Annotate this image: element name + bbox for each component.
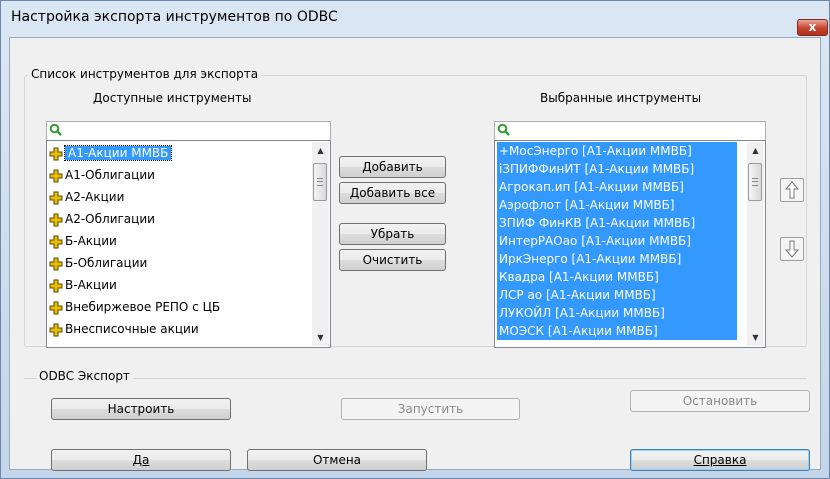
scroll-thumb[interactable] — [313, 163, 327, 201]
selected-instruments-list[interactable]: +МосЭнерго [А1-Акции ММВБ] іЗПИФФинИТ [А1… — [494, 140, 766, 348]
list-item[interactable]: А2-Акции — [49, 186, 124, 208]
arrow-up-icon — [784, 181, 800, 199]
available-scrollbar[interactable]: ▲ ▼ — [312, 142, 329, 346]
list-item-label: А2-Акции — [65, 190, 125, 204]
dialog-window: Настройка экспорта инструментов по ODBC … — [0, 0, 830, 479]
plus-icon — [49, 213, 63, 226]
list-item-label: А1-Акции ММВБ — [63, 145, 173, 161]
window-title: Настройка экспорта инструментов по ODBC — [11, 9, 338, 25]
list-item-label: Б-Акции — [65, 234, 117, 248]
list-item[interactable]: іЗПИФФинИТ [А1-Акции ММВБ] — [497, 160, 737, 178]
list-item[interactable]: Б-Облигации — [49, 252, 147, 274]
list-item-label: А1-Облигации — [65, 168, 155, 182]
help-label: Справка — [693, 453, 747, 467]
plus-icon — [49, 323, 63, 336]
list-item-label: ЗПИФ ФинКВ [А1-Акции ММВБ] — [499, 216, 696, 230]
add-all-button[interactable]: Добавить все — [339, 182, 446, 204]
list-item-label: ЛСР ао [А1-Акции ММВБ] — [499, 288, 656, 302]
remove-button[interactable]: Убрать — [339, 223, 446, 245]
dialog-client-area: Список инструментов для экспорта Доступн… — [9, 37, 821, 471]
move-down-button[interactable] — [780, 237, 804, 261]
plus-icon — [49, 169, 63, 182]
selected-search-input[interactable] — [494, 121, 766, 141]
list-item-label: Б-Облигации — [65, 256, 148, 270]
plus-icon — [49, 301, 63, 314]
arrow-down-icon — [784, 240, 800, 258]
plus-icon — [49, 147, 63, 160]
list-item[interactable]: ИнтерРАОао [А1-Акции ММВБ] — [497, 232, 737, 250]
magnifier-icon — [49, 123, 62, 136]
available-instruments-list[interactable]: А1-Акции ММВБ А1-Облигации А2-Акции А2-Обли… — [46, 140, 331, 348]
list-item-label: Аэрофлот [А1-Акции ММВБ] — [499, 198, 675, 212]
list-item[interactable]: +МосЭнерго [А1-Акции ММВБ] — [497, 142, 737, 160]
list-item[interactable]: В-Акции — [49, 274, 117, 296]
magnifier-icon — [497, 123, 510, 136]
list-item-label: ИркЭнерго [А1-Акции ММВБ] — [499, 252, 682, 266]
scroll-up-arrow-icon[interactable]: ▲ — [312, 142, 329, 159]
export-list-legend: Список инструментов для экспорта — [28, 67, 262, 81]
help-button[interactable]: Справка — [630, 449, 810, 471]
scroll-up-arrow-icon[interactable]: ▲ — [747, 142, 764, 159]
available-search-input[interactable] — [46, 121, 331, 141]
ok-button[interactable]: Да — [51, 449, 231, 471]
ok-label: Да — [132, 453, 150, 467]
list-item[interactable]: А1-Облигации — [49, 164, 155, 186]
close-icon: x — [808, 20, 817, 34]
list-item[interactable]: ЗПИФ ФинКВ [А1-Акции ММВБ] — [497, 214, 737, 232]
clear-button[interactable]: Очистить — [339, 249, 446, 271]
list-item[interactable]: Агрокап.ип [А1-Акции ММВБ] — [497, 178, 737, 196]
close-button[interactable]: x — [797, 19, 828, 36]
list-item-label: Внебиржевое РЕПО с ЦБ — [65, 300, 221, 314]
selected-label: Выбранные инструменты — [540, 91, 702, 105]
list-item[interactable]: ЛУКОЙЛ [А1-Акции ММВБ] — [497, 304, 737, 322]
list-item-label: В-Акции — [65, 278, 117, 292]
scroll-down-arrow-icon[interactable]: ▼ — [312, 329, 329, 346]
plus-icon — [49, 235, 63, 248]
list-item-label: ЛУКОЙЛ [А1-Акции ММВБ] — [499, 306, 665, 320]
list-item-label: Квадра [А1-Акции ММВБ] — [499, 270, 659, 284]
stop-button[interactable]: Остановить — [630, 390, 810, 412]
plus-icon — [49, 191, 63, 204]
list-item[interactable]: ЛСР ао [А1-Акции ММВБ] — [497, 286, 737, 304]
list-item[interactable]: Аэрофлот [А1-Акции ММВБ] — [497, 196, 737, 214]
scroll-thumb[interactable] — [748, 163, 762, 201]
scroll-down-arrow-icon[interactable]: ▼ — [747, 329, 764, 346]
list-item[interactable]: Б-Акции — [49, 230, 117, 252]
list-item-label: А2-Облигации — [65, 212, 155, 226]
list-item-label: Внесписочные акции — [65, 322, 199, 336]
list-item[interactable]: Внебиржевое РЕПО с ЦБ — [49, 296, 220, 318]
list-item[interactable]: Внесписочные акции — [49, 318, 199, 340]
list-item[interactable]: А1-Акции ММВБ — [49, 142, 173, 164]
available-label: Доступные инструменты — [93, 91, 252, 105]
add-button[interactable]: Добавить — [339, 156, 446, 178]
list-item[interactable]: Квадра [А1-Акции ММВБ] — [497, 268, 737, 286]
odbc-export-legend: ODBC Экспорт — [36, 369, 133, 383]
list-item-label: Агрокап.ип [А1-Акции ММВБ] — [499, 180, 684, 194]
run-button[interactable]: Запустить — [341, 398, 520, 420]
list-item[interactable]: А2-Облигации — [49, 208, 155, 230]
title-bar[interactable]: Настройка экспорта инструментов по ODBC … — [1, 1, 829, 37]
list-item-label: +МосЭнерго [А1-Акции ММВБ] — [499, 144, 692, 158]
list-item[interactable]: МОЭСК [А1-Акции ММВБ] — [497, 322, 737, 340]
move-up-button[interactable] — [780, 178, 804, 202]
list-item-label: іЗПИФФинИТ [А1-Акции ММВБ] — [499, 162, 695, 176]
list-item[interactable]: ИркЭнерго [А1-Акции ММВБ] — [497, 250, 737, 268]
list-item-label: МОЭСК [А1-Акции ММВБ] — [499, 324, 658, 338]
selected-scrollbar[interactable]: ▲ ▼ — [747, 142, 764, 346]
plus-icon — [49, 279, 63, 292]
cancel-button[interactable]: Отмена — [247, 449, 427, 471]
plus-icon — [49, 257, 63, 270]
configure-button[interactable]: Настроить — [51, 398, 231, 420]
cancel-label: Отмена — [312, 453, 362, 467]
list-item-label: ИнтерРАОао [А1-Акции ММВБ] — [499, 234, 691, 248]
